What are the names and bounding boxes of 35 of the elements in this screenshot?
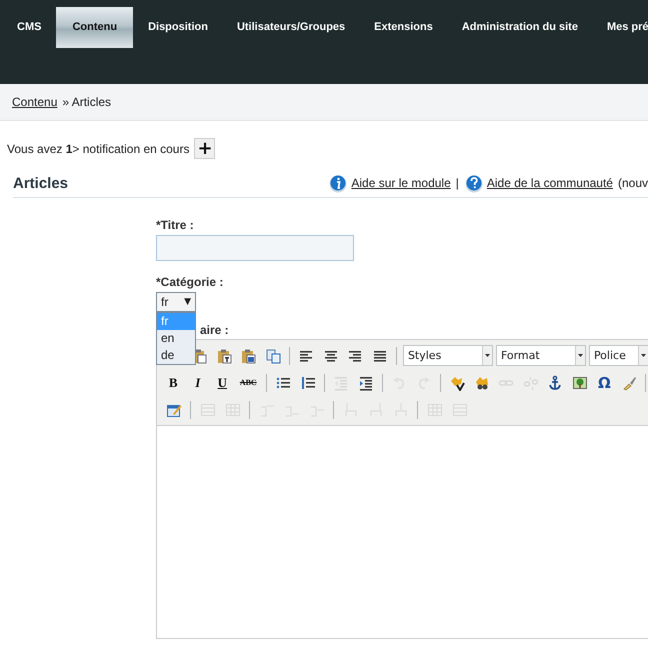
link-note: (nouv <box>618 176 648 190</box>
nav-tab[interactable]: Extensions <box>360 7 447 48</box>
format-dropdown[interactable]: Format <box>496 345 586 366</box>
link-separator: | <box>456 176 459 190</box>
format-dropdown[interactable]: Styles <box>402 345 493 366</box>
nav-tab[interactable]: CMS <box>0 7 56 48</box>
symbol-button[interactable]: Ω <box>594 372 615 393</box>
field-label: aire : <box>199 323 230 337</box>
italic-button[interactable]: I <box>188 372 208 393</box>
nav-tab[interactable]: Utilisateurs/Groupes <box>222 7 360 48</box>
help-link[interactable]: Aide sur le module <box>351 176 451 190</box>
caret-icon <box>574 346 585 365</box>
underline-button[interactable]: U <box>212 372 233 393</box>
nav-tab[interactable]: Contenu <box>56 7 134 48</box>
caret-icon <box>482 346 492 365</box>
page-title: Articles <box>13 174 68 192</box>
field-label: *Titre : <box>156 218 195 232</box>
expand-button[interactable]: + <box>194 138 216 159</box>
nav-tab[interactable]: Mes pré <box>592 7 648 48</box>
title-input[interactable] <box>156 235 354 261</box>
field-label: *Catégorie : <box>156 275 224 289</box>
notification-text: Vous avez 1> notification en cours <box>7 142 190 156</box>
help-link[interactable]: Aide de la communauté <box>486 176 613 190</box>
info-icon[interactable] <box>328 173 348 193</box>
breadcrumb-current: » Articles <box>62 95 112 109</box>
bold-button[interactable]: B <box>163 372 184 393</box>
strike-button[interactable]: ABC <box>236 372 260 393</box>
nav-tab[interactable]: Disposition <box>134 7 222 48</box>
breadcrumb-link[interactable]: Contenu <box>12 95 58 109</box>
category-select[interactable]: fr ▼ <box>156 292 196 312</box>
format-dropdown[interactable]: Police <box>588 345 648 366</box>
dropdown-option[interactable]: en <box>157 330 195 347</box>
nav-tab[interactable]: Administration du site <box>448 7 592 48</box>
help-icon[interactable] <box>464 173 484 193</box>
dropdown-option[interactable]: de <box>157 347 195 364</box>
